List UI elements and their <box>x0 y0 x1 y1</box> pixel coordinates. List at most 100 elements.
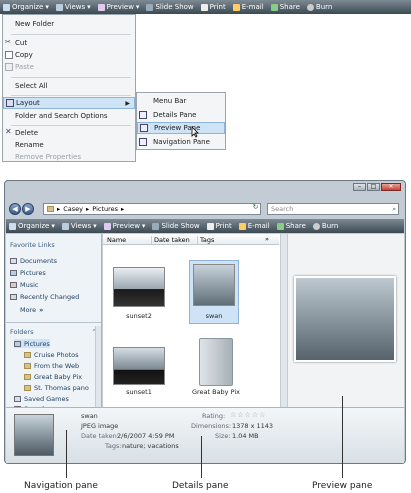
submenu-arrow-icon: ▶ <box>125 99 130 107</box>
details-pane-caption: Details pane <box>172 481 229 491</box>
column-header: Name Date taken Tags » <box>103 234 279 245</box>
favorite-documents[interactable]: Documents <box>10 256 57 265</box>
folder-icon <box>14 340 21 347</box>
column-date-taken[interactable]: Date taken <box>151 236 190 244</box>
window-controls: – □ ✕ <box>353 183 401 191</box>
menu-copy[interactable]: Copy <box>3 49 135 61</box>
menu-rename[interactable]: Rename <box>3 139 135 151</box>
views-button[interactable]: Views ▾ <box>61 222 97 230</box>
burn-button[interactable]: Burn <box>312 222 338 230</box>
scissors-icon: ✂ <box>5 38 11 46</box>
menu-divider <box>11 77 131 78</box>
preview-image <box>294 276 396 362</box>
preview-button[interactable]: Preview ▾ <box>103 222 145 230</box>
explorer-window: – □ ✕ ◀ ▶ ▸ Casey ▸ Pictures ▸ ↻ Search … <box>4 180 406 464</box>
favorite-music[interactable]: Music <box>10 280 39 289</box>
details-type: JPEG image <box>81 422 119 430</box>
folder-icon <box>47 206 54 212</box>
breadcrumb-casey[interactable]: Casey <box>63 205 83 213</box>
folders-heading[interactable]: Folders⌃ <box>10 327 97 336</box>
thumbnail-sunset1[interactable] <box>113 347 165 385</box>
menu-cut[interactable]: ✂ Cut <box>3 37 135 49</box>
delete-icon: ✕ <box>5 127 12 136</box>
close-button[interactable]: ✕ <box>381 183 401 191</box>
navigation-pane: Favorite Links Documents Pictures Music … <box>6 234 102 413</box>
preview-callout-line <box>342 396 343 478</box>
navigation-callout-line <box>66 430 67 478</box>
forward-button[interactable]: ▶ <box>22 203 34 215</box>
thumbnail-sunset2[interactable] <box>113 267 165 307</box>
nav-scrollbar[interactable] <box>95 326 101 407</box>
more-chevron-icon: » <box>39 305 44 314</box>
file-label-swan: swan <box>205 312 223 320</box>
breadcrumb-sep-icon: ▸ <box>121 205 125 213</box>
views-button[interactable]: Views ▾ <box>55 3 91 11</box>
minimize-button[interactable]: – <box>353 183 366 191</box>
preview-icon <box>103 222 111 230</box>
email-button[interactable]: E-mail <box>232 3 264 11</box>
submenu-details-pane[interactable]: Details Pane <box>137 109 225 121</box>
thumbnail-great-baby-pix[interactable] <box>199 338 233 386</box>
details-callout-line <box>201 436 202 478</box>
menu-new-folder[interactable]: New Folder <box>3 18 135 30</box>
print-button[interactable]: Print <box>206 222 232 230</box>
window-toolbar: Organize ▾ Views ▾ Preview ▾ Slide Show … <box>6 219 404 233</box>
preview-pane <box>288 234 404 407</box>
submenu-preview-pane[interactable]: Preview Pane <box>137 122 225 134</box>
burn-button[interactable]: Burn <box>306 3 332 11</box>
share-icon <box>270 3 278 11</box>
print-button[interactable]: Print <box>200 3 226 11</box>
favorite-recently-changed[interactable]: Recently Changed <box>10 292 79 301</box>
folder-icon <box>24 373 31 380</box>
menu-paste[interactable]: Paste <box>3 61 135 73</box>
column-tags[interactable]: Tags <box>197 236 214 244</box>
menu-delete[interactable]: ✕ Delete <box>3 127 135 139</box>
music-icon <box>10 281 17 288</box>
folder-st-thomas[interactable]: St. Thomas pano <box>24 383 89 392</box>
tags-value[interactable]: nature; vacations <box>122 442 179 450</box>
favorites-more[interactable]: More» <box>20 305 43 314</box>
favorite-pictures[interactable]: Pictures <box>10 268 46 277</box>
breadcrumb-sep-icon: ▸ <box>86 205 90 213</box>
rating-stars-icon[interactable]: ☆☆☆☆☆ <box>230 411 266 419</box>
details-thumbnail <box>14 414 54 456</box>
back-button[interactable]: ◀ <box>9 203 21 215</box>
share-button[interactable]: Share <box>270 3 300 11</box>
share-button[interactable]: Share <box>276 222 306 230</box>
folder-saved-games[interactable]: Saved Games <box>14 394 69 403</box>
file-label-sunset2: sunset2 <box>126 312 152 320</box>
breadcrumb-pictures[interactable]: Pictures <box>92 205 118 213</box>
dimensions-value: 1378 x 1143 <box>232 422 274 430</box>
thumbnail-swan[interactable] <box>193 264 235 306</box>
menu-folder-search-options[interactable]: Folder and Search Options <box>3 110 135 122</box>
organize-icon <box>3 3 10 11</box>
file-list-scrollbar[interactable] <box>280 234 287 407</box>
folder-from-the-web[interactable]: From the Web <box>24 361 79 370</box>
submenu-menu-bar[interactable]: Menu Bar <box>137 95 225 107</box>
column-name[interactable]: Name <box>107 236 126 244</box>
maximize-button[interactable]: □ <box>367 183 380 191</box>
size-label: Size: <box>215 432 231 440</box>
column-more-icon[interactable]: » <box>265 235 269 243</box>
menu-divider <box>11 95 131 96</box>
favorite-links-heading: Favorite Links <box>10 240 55 249</box>
menu-layout[interactable]: Layout ▶ <box>3 97 135 109</box>
refresh-button[interactable]: ↻ <box>250 203 261 215</box>
slideshow-button[interactable]: Slide Show <box>146 3 194 11</box>
organize-button[interactable]: Organize ▾ <box>9 222 55 230</box>
address-bar[interactable]: ▸ Casey ▸ Pictures ▸ <box>43 203 261 215</box>
email-button[interactable]: E-mail <box>238 222 270 230</box>
submenu-navigation-pane[interactable]: Navigation Pane <box>137 136 225 148</box>
folder-pictures[interactable]: Pictures <box>14 339 50 348</box>
organize-button[interactable]: Organize ▾ <box>3 3 49 11</box>
preview-button[interactable]: Preview ▾ <box>97 3 139 11</box>
menu-select-all[interactable]: Select All <box>3 80 135 92</box>
date-taken-value[interactable]: 2/6/2007 4:59 PM <box>117 432 174 440</box>
menu-remove-properties[interactable]: Remove Properties <box>3 151 135 163</box>
folder-great-baby-pix[interactable]: Great Baby Pix <box>24 372 82 381</box>
slideshow-button[interactable]: Slide Show <box>152 222 200 230</box>
folder-cruise-photos[interactable]: Cruise Photos <box>24 350 79 359</box>
search-icon[interactable]: ⌕ <box>392 205 398 214</box>
details-pane-icon <box>139 111 147 119</box>
search-input[interactable]: Search ⌕ <box>267 203 399 215</box>
